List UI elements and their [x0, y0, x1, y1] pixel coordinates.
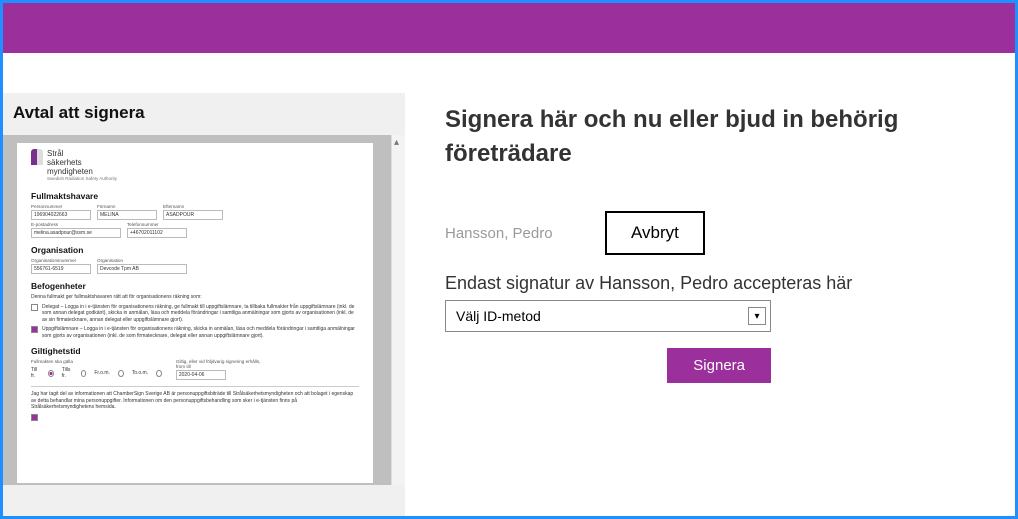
fn-label: Förnamn: [97, 204, 157, 209]
em-val: melina.asadpour@ssm.se: [31, 228, 121, 238]
brand-line1: Strål: [47, 149, 117, 158]
tel-label: Telefonnummer: [127, 222, 187, 227]
left-panel: Avtal att signera Strål säkerhets myndig…: [3, 93, 405, 516]
gilt-radio2: [81, 370, 87, 377]
brand-line2: säkerhets: [47, 158, 117, 167]
bef-item2: Uppgiftslämnare – Logga in i e-tjänsten …: [42, 326, 359, 339]
chevron-down-icon: ▾: [748, 307, 766, 325]
sign-button[interactable]: Signera: [667, 348, 771, 383]
cancel-button[interactable]: Avbryt: [605, 211, 705, 255]
right-panel: Signera här och nu eller bjud in behörig…: [405, 93, 1015, 516]
tel-val: +46702011102: [127, 228, 187, 238]
gilt-opt4: To.o.m.: [132, 370, 148, 376]
signer-row: Hansson, Pedro Avbryt: [445, 211, 985, 255]
fn-val: MELINA: [97, 210, 157, 220]
brand-row: Strål säkerhets myndigheten Swedish Radi…: [31, 149, 359, 181]
doc-h4: Giltighetstid: [31, 346, 359, 356]
agreement-title: Avtal att signera: [3, 93, 405, 135]
org-val: 556761-6519: [31, 264, 91, 274]
en-label: Efternamn: [163, 204, 223, 209]
gilt-label: Fullmakten ska gälla: [31, 359, 162, 364]
id-method-select[interactable]: Välj ID-metod ▾: [445, 300, 771, 332]
gilt-radio3: [118, 370, 124, 377]
gilt-right-label: Giltig, eller vid följdvarig signering e…: [176, 359, 266, 369]
footer-check: [31, 414, 38, 421]
pn-label: Personnummer: [31, 204, 91, 209]
doc-separator: [31, 386, 359, 387]
scroll-up-icon[interactable]: ▴: [394, 137, 399, 148]
document-page: Strål säkerhets myndigheten Swedish Radi…: [17, 143, 373, 483]
id-method-placeholder: Välj ID-metod: [456, 308, 541, 324]
en-val: ASADPOUR: [163, 210, 223, 220]
accept-line: Endast signatur av Hansson, Pedro accept…: [445, 273, 985, 294]
em-label: E-postadress: [31, 222, 121, 227]
gilt-radio4: [156, 370, 162, 377]
main-content: Avtal att signera Strål säkerhets myndig…: [3, 53, 1015, 516]
document-page-wrap[interactable]: Strål säkerhets myndigheten Swedish Radi…: [3, 135, 391, 485]
bef-intro: Denna fullmakt ger fullmaktshavaren rätt…: [31, 294, 359, 301]
gilt-date: 2020-04-06: [176, 370, 226, 380]
brand-logo-icon: [31, 149, 43, 165]
bef-item1: Delegat – Logga in i e-tjänsten för orga…: [42, 304, 359, 324]
gilt-opt3: Fr.o.m.: [94, 370, 110, 376]
gilt-opt2: Tills fr.: [62, 367, 73, 379]
orgn-val: Devcode Tpm AB: [97, 264, 187, 274]
org-label: Organisationsnummer: [31, 258, 91, 263]
doc-scrollbar[interactable]: ▴: [391, 135, 405, 485]
doc-h1: Fullmaktshavare: [31, 191, 359, 201]
gilt-radio1: [48, 370, 54, 377]
pn-val: 196904022663: [31, 210, 91, 220]
bef-check1: [31, 304, 38, 311]
doc-h2: Organisation: [31, 245, 359, 255]
doc-h3: Befogenheter: [31, 281, 359, 291]
document-viewer: Strål säkerhets myndigheten Swedish Radi…: [3, 135, 405, 485]
top-bar: [3, 3, 1015, 53]
gilt-opt1: Till fr.: [31, 367, 40, 379]
signer-name: Hansson, Pedro: [445, 225, 605, 242]
doc-footer: Jag har tagit del av informationen att C…: [31, 391, 359, 411]
orgn-label: Organisation: [97, 258, 187, 263]
brand-line3: myndigheten: [47, 167, 117, 176]
bef-check2: [31, 326, 38, 333]
sign-title: Signera här och nu eller bjud in behörig…: [445, 103, 945, 171]
brand-sub: Swedish Radiation Safety Authority: [47, 176, 117, 181]
